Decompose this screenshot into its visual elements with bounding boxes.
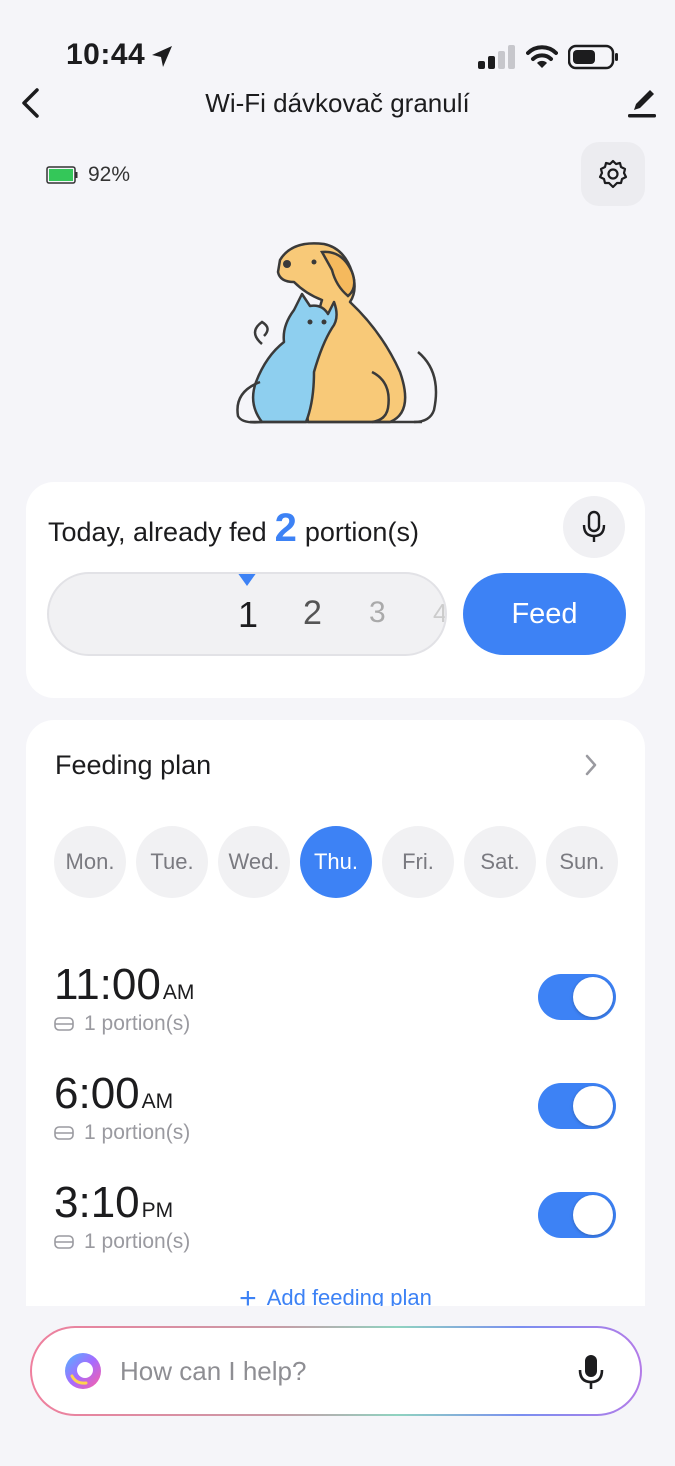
wifi-icon [526,45,558,68]
voice-button[interactable] [563,496,625,558]
day-sat[interactable]: Sat. [464,826,536,898]
day-wed[interactable]: Wed. [218,826,290,898]
plan-portion-text: 1 portion(s) [84,1012,191,1035]
plan-time: 3:10PM [54,1178,173,1228]
plan-time-value: 6:00 [54,1069,140,1118]
picker-option[interactable]: 4 [433,598,445,629]
plan-time: 6:00AM [54,1069,173,1119]
edit-icon[interactable] [626,86,658,120]
device-battery: 92% [46,160,130,190]
assistant-logo-icon [65,1353,101,1389]
day-thu[interactable]: Thu. [300,826,372,898]
feed-button[interactable]: Feed [463,573,626,655]
picker-pointer [237,574,257,586]
microphone-icon[interactable] [578,1354,604,1390]
fed-count: 2 [274,506,297,550]
picker-option[interactable]: 1 [238,594,258,636]
bowl-icon [54,1126,74,1140]
plan-time-ampm: PM [141,1199,174,1222]
toggle-knob [573,1086,613,1126]
plan-time-value: 11:00 [54,960,161,1009]
page-title: Wi-Fi dávkovač granulí [205,88,470,118]
settings-button[interactable] [581,142,645,206]
fed-prefix: Today, already fed [48,517,267,547]
plan-time: 11:00AM [54,960,194,1010]
battery-icon [568,44,618,70]
plan-toggle[interactable] [538,974,616,1020]
assistant-bar[interactable]: How can I help? [30,1326,642,1416]
day-fri[interactable]: Fri. [382,826,454,898]
plan-portion: 1 portion(s) [54,1230,190,1254]
plan-portion-text: 1 portion(s) [84,1230,191,1253]
microphone-icon [582,510,606,542]
day-sun[interactable]: Sun. [546,826,618,898]
plan-portion-text: 1 portion(s) [84,1121,191,1144]
plan-toggle[interactable] [538,1083,616,1129]
chevron-right-icon[interactable] [582,752,600,778]
plan-portion: 1 portion(s) [54,1121,190,1145]
assistant-input[interactable]: How can I help? [120,1356,306,1387]
plan-time-value: 3:10 [54,1178,140,1227]
picker-option[interactable]: 3 [369,596,386,630]
plan-time-ampm: AM [162,981,195,1004]
feed-card: Today, already fed 2 portion(s) 1 2 3 4 … [26,482,645,698]
bowl-icon [54,1235,74,1249]
feeding-plan-item[interactable]: 3:10PM 1 portion(s) [54,1178,619,1268]
location-arrow-icon [152,46,172,67]
bowl-icon [54,1017,74,1031]
pets-illustration [236,242,438,424]
toggle-knob [573,1195,613,1235]
signal-icon [478,45,515,69]
nav-bar: Wi-Fi dávkovač granulí [0,78,675,128]
settings-gear-icon [598,159,628,189]
battery-level: 92% [88,163,131,186]
toggle-knob [573,977,613,1017]
device-battery-icon [46,166,78,184]
plan-time-ampm: AM [141,1090,174,1113]
day-tue[interactable]: Tue. [136,826,208,898]
day-selector: Mon. Tue. Wed. Thu. Fri. Sat. Sun. [54,826,618,898]
add-feeding-plan-button[interactable]: + Add feeding plan [26,1282,645,1306]
fed-suffix: portion(s) [304,517,419,547]
fed-summary: Today, already fed 2 portion(s) [48,506,419,551]
portion-picker[interactable]: 1 2 3 4 [47,572,447,656]
assistant-inner: How can I help? [32,1328,640,1414]
feeding-plan-item[interactable]: 6:00AM 1 portion(s) [54,1069,619,1159]
picker-option[interactable]: 2 [303,594,322,633]
feeding-plan-card: Feeding plan Mon. Tue. Wed. Thu. Fri. Sa… [26,720,645,1306]
status-time: 10:44 [66,38,146,71]
plan-toggle[interactable] [538,1192,616,1238]
day-mon[interactable]: Mon. [54,826,126,898]
feeding-plan-title[interactable]: Feeding plan [55,750,211,781]
feeding-plan-item[interactable]: 11:00AM 1 portion(s) [54,960,619,1050]
plus-icon: + [239,1282,257,1306]
plan-portion: 1 portion(s) [54,1012,190,1036]
add-feeding-plan-label: Add feeding plan [266,1285,432,1306]
